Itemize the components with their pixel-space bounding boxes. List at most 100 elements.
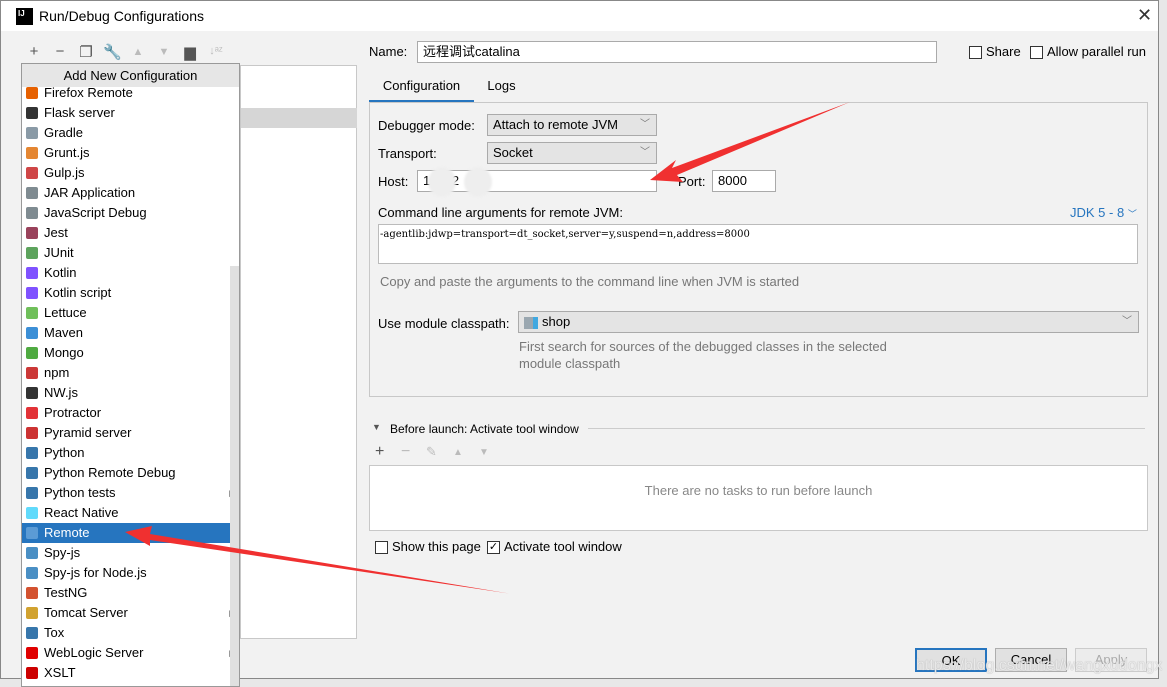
copy-icon[interactable]: ❐ bbox=[77, 43, 95, 61]
kotlin-icon bbox=[26, 267, 38, 279]
tab-configuration[interactable]: Configuration bbox=[369, 71, 474, 103]
edit-task-icon[interactable]: ✎ bbox=[426, 444, 437, 460]
before-launch-header[interactable]: Before launch: Activate tool window bbox=[390, 422, 579, 436]
popup-item-remote[interactable]: Remote bbox=[22, 523, 230, 543]
folder-add-icon[interactable]: ▆ bbox=[181, 43, 199, 61]
title-bar: IJ Run/Debug Configurations ✕ bbox=[1, 1, 1158, 31]
popup-item-label: WebLogic Server bbox=[44, 645, 144, 660]
popup-item-spy-js-for-node-js[interactable]: Spy-js for Node.js bbox=[22, 563, 230, 583]
popup-item-label: npm bbox=[44, 365, 70, 380]
move-down-icon[interactable]: ▼ bbox=[479, 447, 489, 458]
intellij-icon: IJ bbox=[16, 8, 33, 25]
tab-logs[interactable]: Logs bbox=[479, 71, 524, 103]
show-page-checkbox[interactable]: Show this page bbox=[375, 539, 481, 555]
popup-item-xslt[interactable]: XSLT bbox=[22, 663, 230, 683]
pyramid-icon bbox=[26, 427, 38, 439]
transport-select[interactable]: Socket ﹀ bbox=[487, 142, 657, 164]
popup-item-grunt-js[interactable]: Grunt.js bbox=[22, 143, 230, 163]
move-up-icon[interactable]: ▲ bbox=[453, 447, 463, 458]
debugger-mode-select[interactable]: Attach to remote JVM ﹀ bbox=[487, 114, 657, 136]
name-input[interactable]: 远程调试catalina bbox=[417, 41, 937, 63]
plus-icon[interactable]: + bbox=[25, 43, 43, 60]
no-tasks-text: There are no tasks to run before launch bbox=[644, 483, 873, 498]
activate-tool-window-checkbox[interactable]: ✓ Activate tool window bbox=[487, 539, 622, 555]
wrench-icon[interactable]: 🔧 bbox=[103, 43, 122, 61]
before-launch-task-list[interactable]: There are no tasks to run before launch bbox=[369, 465, 1148, 531]
selected-tree-row[interactable] bbox=[241, 108, 357, 128]
chevron-down-icon: ﹀ bbox=[1127, 209, 1137, 219]
minus-icon[interactable]: − bbox=[51, 43, 69, 60]
share-label: Share bbox=[986, 44, 1021, 59]
popup-item-mongo[interactable]: Mongo bbox=[22, 343, 230, 363]
popup-item-testng[interactable]: TestNG bbox=[22, 583, 230, 603]
popup-item-python-remote-debug[interactable]: Python Remote Debug bbox=[22, 463, 230, 483]
close-icon[interactable]: ✕ bbox=[1137, 5, 1152, 26]
cmd-args-textarea[interactable]: -agentlib:jdwp=transport=dt_socket,serve… bbox=[378, 224, 1138, 264]
arrow-up-icon[interactable]: ▲ bbox=[129, 46, 147, 58]
popup-item-label: Kotlin script bbox=[44, 285, 112, 300]
kotlin-script-icon bbox=[26, 287, 38, 299]
popup-item-npm[interactable]: npm bbox=[22, 363, 230, 383]
module-classpath-select[interactable]: shop ﹀ bbox=[518, 311, 1139, 333]
js-debug-icon bbox=[26, 207, 38, 219]
popup-item-label: Jest bbox=[44, 225, 68, 240]
remove-task-icon[interactable]: − bbox=[401, 443, 410, 461]
popup-item-tomcat-server[interactable]: Tomcat Server▶ bbox=[22, 603, 236, 623]
share-checkbox-box[interactable] bbox=[969, 46, 982, 60]
popup-item-python-tests[interactable]: Python tests▶ bbox=[22, 483, 236, 503]
popup-item-kotlin-script[interactable]: Kotlin script bbox=[22, 283, 230, 303]
popup-item-label: JavaScript Debug bbox=[44, 205, 147, 220]
popup-item-nw-js[interactable]: NW.js bbox=[22, 383, 230, 403]
gulp-icon bbox=[26, 167, 38, 179]
popup-item-gulp-js[interactable]: Gulp.js bbox=[22, 163, 230, 183]
activate-label: Activate tool window bbox=[504, 539, 622, 554]
popup-item-protractor[interactable]: Protractor bbox=[22, 403, 230, 423]
popup-item-label: Python tests bbox=[44, 485, 116, 500]
jdk-version-dropdown[interactable]: JDK 5 - 8 ﹀ bbox=[1070, 205, 1137, 220]
popup-item-label: NW.js bbox=[44, 385, 78, 400]
popup-item-label: Tomcat Server bbox=[44, 605, 128, 620]
transport-value: Socket bbox=[493, 145, 533, 160]
configuration-tree[interactable] bbox=[240, 65, 357, 639]
collapse-triangle-icon[interactable]: ▼ bbox=[372, 422, 381, 432]
checkmark-icon[interactable]: ✓ bbox=[487, 541, 500, 555]
allow-parallel-checkbox[interactable]: Allow parallel run bbox=[1030, 44, 1146, 60]
popup-item-tox[interactable]: Tox bbox=[22, 623, 230, 643]
sort-az-icon[interactable]: ↓ᵃᶻ bbox=[207, 45, 225, 57]
popup-item-weblogic-server[interactable]: WebLogic Server▶ bbox=[22, 643, 236, 663]
popup-item-35-more-items[interactable]: 35 more items... bbox=[22, 683, 230, 686]
add-task-icon[interactable]: + bbox=[375, 443, 384, 461]
popup-item-flask-server[interactable]: Flask server bbox=[22, 103, 230, 123]
jar-icon bbox=[26, 187, 38, 199]
popup-item-maven[interactable]: Maven bbox=[22, 323, 230, 343]
popup-item-kotlin[interactable]: Kotlin bbox=[22, 263, 230, 283]
popup-item-label: Firefox Remote bbox=[44, 85, 133, 100]
popup-item-firefox-remote[interactable]: Firefox Remote bbox=[22, 83, 230, 103]
popup-item-gradle[interactable]: Gradle bbox=[22, 123, 230, 143]
port-input[interactable]: 8000 bbox=[712, 170, 776, 192]
popup-item-python[interactable]: Python bbox=[22, 443, 230, 463]
popup-item-label: Maven bbox=[44, 325, 84, 340]
nwjs-icon bbox=[26, 387, 38, 399]
show-page-checkbox-box[interactable] bbox=[375, 541, 388, 555]
popup-item-label: Tox bbox=[44, 625, 65, 640]
popup-item-label: Spy-js bbox=[44, 545, 81, 560]
popup-item-jar-application[interactable]: JAR Application bbox=[22, 183, 230, 203]
popup-item-label: Gulp.js bbox=[44, 165, 85, 180]
share-checkbox[interactable]: Share bbox=[969, 44, 1021, 60]
popup-item-lettuce[interactable]: Lettuce bbox=[22, 303, 230, 323]
popup-item-junit[interactable]: JUnit bbox=[22, 243, 230, 263]
xslt-icon bbox=[26, 667, 38, 679]
popup-item-spy-js[interactable]: Spy-js bbox=[22, 543, 230, 563]
arrow-down-icon[interactable]: ▼ bbox=[155, 46, 173, 58]
popup-item-react-native[interactable]: React Native bbox=[22, 503, 230, 523]
parallel-checkbox-box[interactable] bbox=[1030, 46, 1043, 60]
popup-item-jest[interactable]: Jest bbox=[22, 223, 230, 243]
popup-item-pyramid-server[interactable]: Pyramid server bbox=[22, 423, 230, 443]
popup-item-label: JAR Application bbox=[44, 185, 136, 200]
popup-scrollbar[interactable] bbox=[230, 266, 239, 686]
debugger-mode-label: Debugger mode: bbox=[378, 118, 475, 133]
junit-icon bbox=[26, 247, 38, 259]
popup-item-javascript-debug[interactable]: JavaScript Debug bbox=[22, 203, 230, 223]
python-tests-icon bbox=[26, 487, 38, 499]
